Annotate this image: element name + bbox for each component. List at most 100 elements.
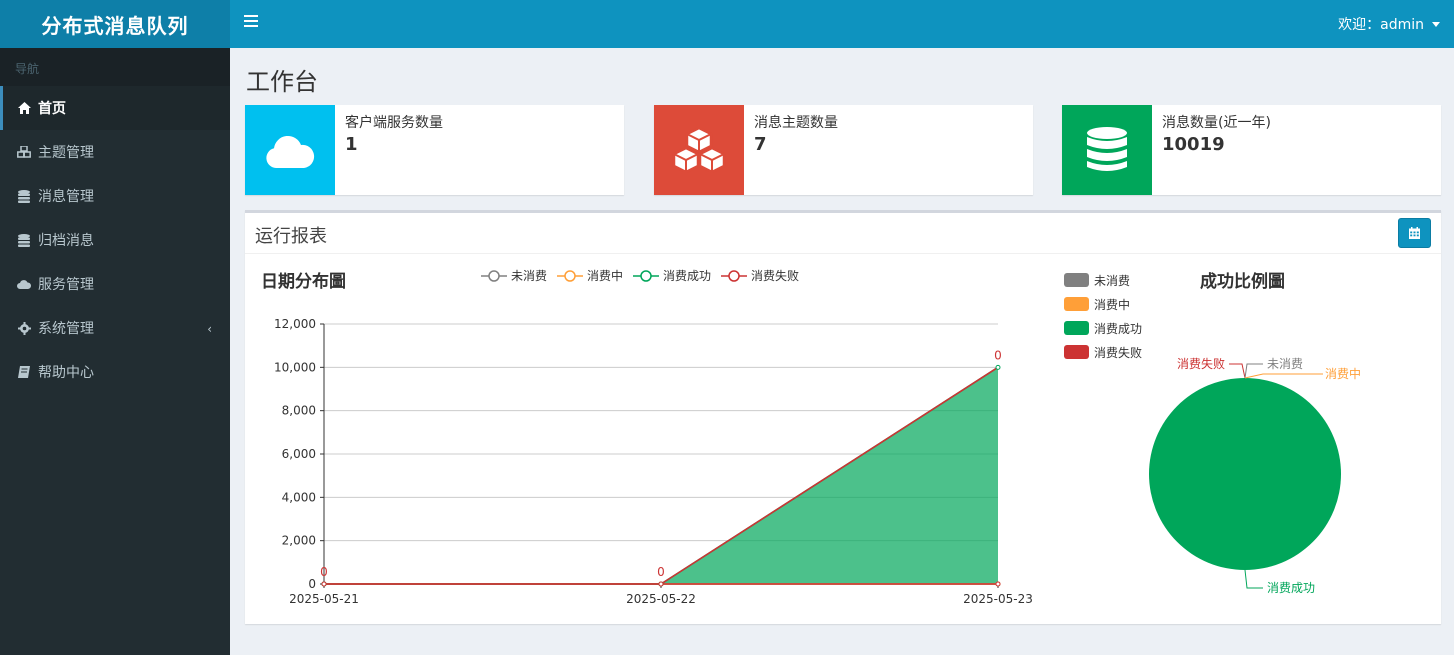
data-label: 0 [320, 565, 328, 579]
info-box-label: 消息数量(近一年) [1162, 115, 1271, 131]
legend-label: 消费失败 [1094, 345, 1143, 360]
legend-item-success[interactable]: 消费成功 [633, 267, 711, 284]
data-label: 0 [994, 348, 1002, 362]
sidebar-item-home[interactable]: 首页 [0, 86, 230, 130]
y-tick-label: 6,000 [282, 447, 316, 461]
cubes-icon [672, 127, 726, 173]
y-tick-label: 8,000 [282, 404, 316, 418]
sidebar-item-topics[interactable]: 主题管理 [0, 130, 230, 174]
sidebar-item-label: 帮助中心 [38, 365, 94, 381]
caret-down-icon [1432, 21, 1440, 27]
menu-toggle-icon[interactable] [244, 15, 258, 29]
gear-icon [17, 321, 31, 335]
legend-swatch [1064, 345, 1089, 359]
info-icon-box [1062, 105, 1152, 195]
chevron-left-icon: ‹ [207, 322, 212, 336]
series-area-success [324, 367, 998, 584]
legend-label: 消费失败 [751, 269, 800, 283]
cubes-icon [17, 145, 31, 159]
pie-legend-item-pending[interactable]: 未消费 [1064, 268, 1142, 292]
x-tick-label: 2025-05-21 [289, 592, 359, 606]
legend-label: 未消费 [1094, 273, 1131, 288]
database-icon [1087, 127, 1127, 171]
legend-swatch [1064, 297, 1089, 311]
pie-chart-title: 成功比例圖 [1200, 272, 1285, 292]
pie-leader-line [1244, 569, 1263, 589]
sidebar-item-help[interactable]: 帮助中心 [0, 350, 230, 394]
pie-legend-item-consuming[interactable]: 消费中 [1064, 292, 1142, 316]
sidebar-item-label: 归档消息 [38, 233, 94, 249]
info-box-value: 1 [345, 134, 358, 155]
app-logo[interactable]: 分布式消息队列 [0, 0, 230, 48]
database-icon [17, 233, 31, 247]
home-icon [17, 101, 31, 115]
info-box-label: 客户端服务数量 [345, 115, 443, 131]
sidebar: 导航 首页 主题管理 消息管理 归档消息 服务管理 系统管理 ‹ 帮助中心 [0, 48, 230, 655]
cloud-icon [266, 135, 315, 168]
y-tick-label: 2,000 [282, 534, 316, 548]
info-box-value: 10019 [1162, 134, 1225, 155]
info-icon-box [245, 105, 335, 195]
pie-legend-item-failed[interactable]: 消费失败 [1064, 340, 1142, 364]
data-point [321, 581, 327, 587]
sidebar-item-label: 系统管理 [38, 321, 94, 337]
date-distribution-chart: 0 2,000 4,000 6,000 8,000 10,000 12,000 2025-05… [274, 317, 1033, 606]
y-tick-label: 12,000 [274, 317, 316, 331]
date-picker-button[interactable] [1398, 218, 1431, 248]
pie-leader-line [1244, 373, 1323, 379]
legend-swatch [1064, 273, 1089, 287]
sidebar-header: 导航 [0, 48, 230, 86]
x-tick-label: 2025-05-22 [626, 592, 696, 606]
info-icon-box [654, 105, 744, 195]
data-label: 0 [657, 565, 665, 579]
legend-label: 未消费 [511, 269, 548, 283]
legend-label: 消费中 [1094, 297, 1131, 312]
y-tick-label: 10,000 [274, 360, 316, 374]
pie-slice [1149, 378, 1341, 570]
sidebar-item-label: 主题管理 [38, 145, 94, 161]
legend-label: 消费中 [587, 269, 624, 283]
data-point [658, 581, 664, 587]
pie-label: 消费中 [1325, 366, 1361, 381]
sidebar-item-label: 服务管理 [38, 277, 94, 293]
pie-legend: 未消费 消费中 消费成功 消费失败 [1064, 268, 1142, 364]
success-ratio-pie-chart: 消费失败 未消费消费中消费成功 [1149, 356, 1361, 595]
welcome-text: 欢迎：admin [1338, 17, 1424, 33]
data-point [995, 364, 1001, 370]
sidebar-item-label: 首页 [38, 101, 66, 117]
x-tick-label: 2025-05-23 [963, 592, 1033, 606]
sidebar-item-system[interactable]: 系统管理 ‹ [0, 306, 230, 350]
pie-label: 消费失败 [1177, 356, 1225, 371]
report-title: 运行报表 [255, 226, 327, 247]
sidebar-item-archived[interactable]: 归档消息 [0, 218, 230, 262]
pie-label: 消费成功 [1267, 581, 1315, 595]
pie-legend-item-success[interactable]: 消费成功 [1064, 316, 1142, 340]
legend-item-pending[interactable]: 未消费 [481, 267, 547, 284]
sidebar-item-messages[interactable]: 消息管理 [0, 174, 230, 218]
date-chart-title: 日期分布圖 [261, 272, 346, 292]
date-chart-legend: 未消费 消费中 消费成功 消费失败 [481, 267, 809, 284]
y-tick-label: 0 [308, 577, 316, 591]
book-icon [17, 365, 31, 379]
sidebar-item-services[interactable]: 服务管理 [0, 262, 230, 306]
legend-item-consuming[interactable]: 消费中 [557, 267, 623, 284]
cloud-icon [17, 277, 31, 291]
legend-item-failed[interactable]: 消费失败 [721, 267, 799, 284]
user-menu[interactable]: 欢迎：admin [1338, 14, 1440, 34]
legend-swatch [1064, 321, 1089, 335]
top-navbar: 欢迎：admin [230, 0, 1454, 48]
info-box-label: 消息主题数量 [754, 115, 838, 131]
box-divider [245, 253, 1441, 254]
legend-label: 消费成功 [663, 269, 712, 283]
sidebar-item-label: 消息管理 [38, 189, 94, 205]
info-box-message-count: 消息数量(近一年) 10019 [1062, 105, 1441, 195]
info-box-value: 7 [754, 134, 767, 155]
y-tick-label: 4,000 [282, 490, 316, 504]
page-title: 工作台 [246, 68, 318, 96]
data-point [995, 581, 1001, 587]
info-box-topics: 消息主题数量 7 [654, 105, 1033, 195]
database-icon [17, 189, 31, 203]
pie-label: 未消费 [1267, 357, 1303, 371]
info-box-client-services: 客户端服务数量 1 [245, 105, 624, 195]
pie-leader-line [1229, 363, 1246, 379]
